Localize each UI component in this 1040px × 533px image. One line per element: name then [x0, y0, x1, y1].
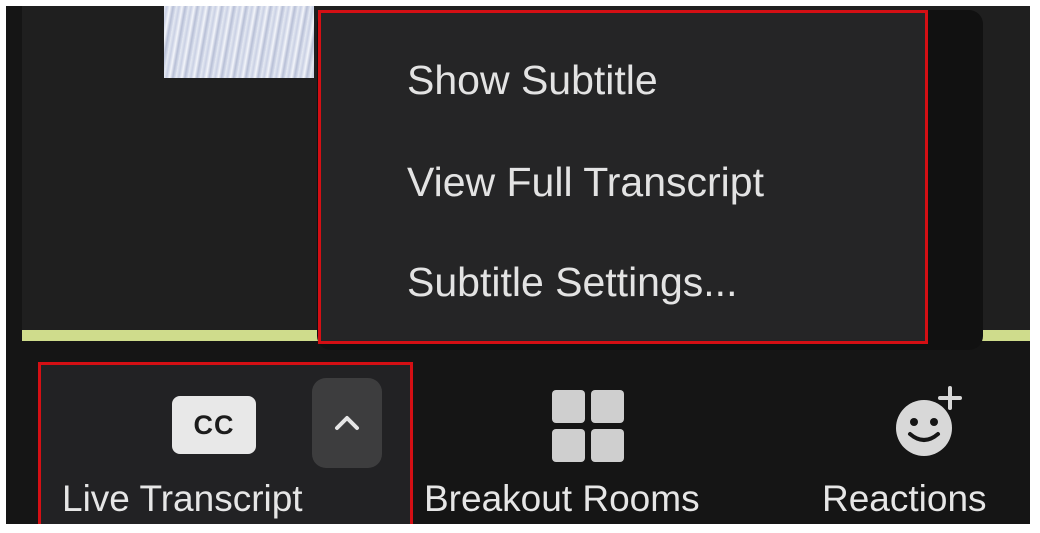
meeting-window: Show Subtitle View Full Transcript Subti… [6, 6, 1030, 524]
breakout-rooms-label[interactable]: Breakout Rooms [424, 478, 700, 520]
menu-item-view-full-transcript[interactable]: View Full Transcript [407, 159, 764, 206]
live-transcript-label: Live Transcript [62, 478, 303, 519]
live-transcript-menu: Show Subtitle View Full Transcript Subti… [318, 10, 928, 344]
menu-item-subtitle-settings[interactable]: Subtitle Settings... [407, 259, 737, 306]
smiley-plus-icon[interactable] [890, 384, 970, 464]
grid-icon[interactable] [552, 390, 624, 462]
menu-item-show-subtitle[interactable]: Show Subtitle [407, 57, 658, 104]
reactions-label[interactable]: Reactions [822, 478, 987, 520]
participant-video-thumbnail [164, 6, 314, 78]
closed-caption-icon[interactable]: CC [172, 396, 256, 454]
live-transcript-options-button[interactable] [312, 378, 382, 468]
chevron-up-icon [335, 416, 359, 430]
